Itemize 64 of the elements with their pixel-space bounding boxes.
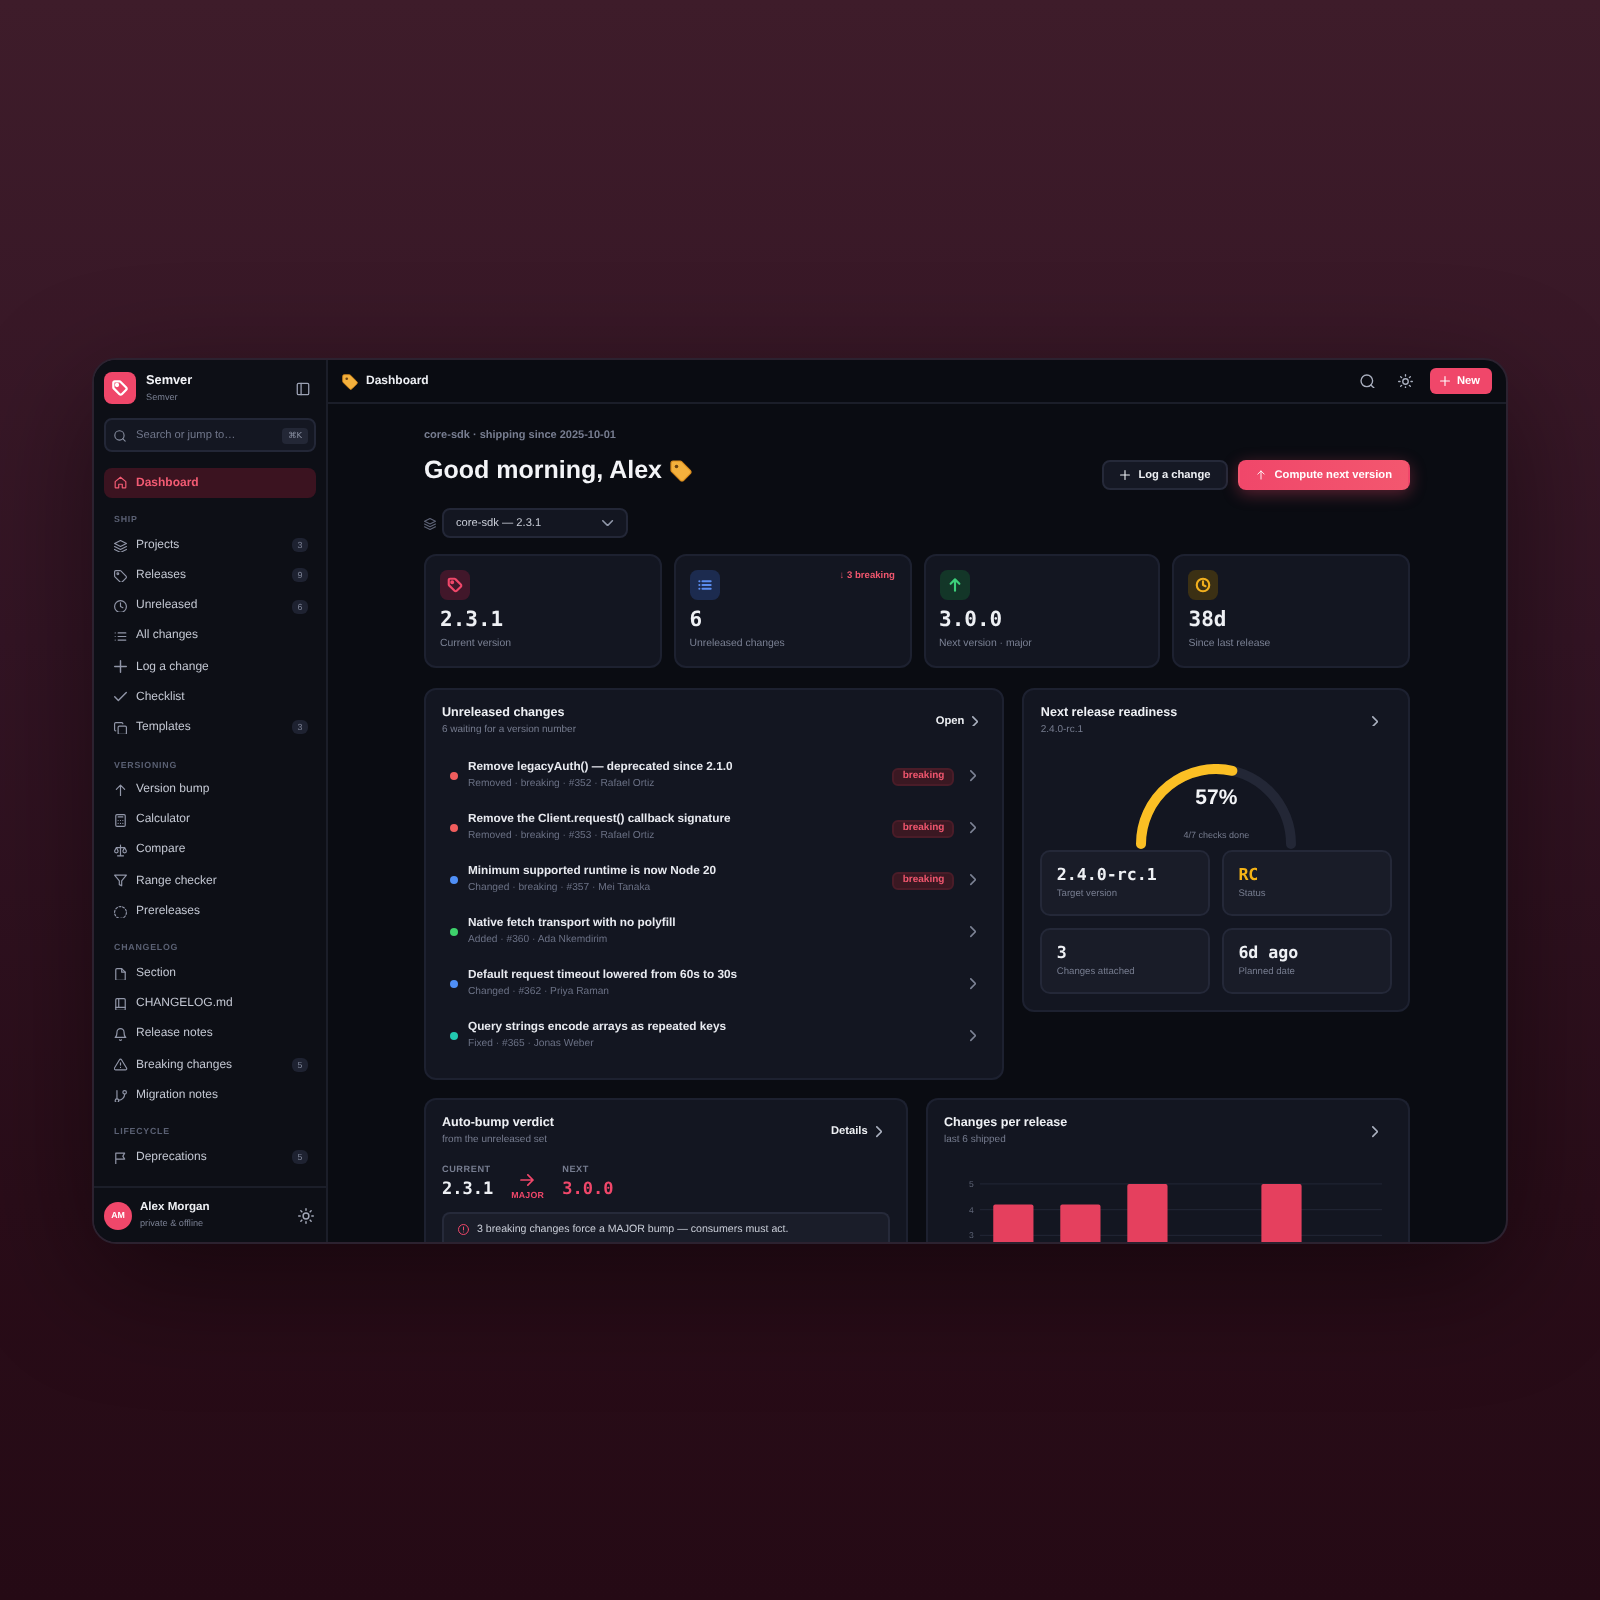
chevron-right-icon[interactable] <box>970 926 977 938</box>
chevron-right-icon[interactable] <box>970 978 977 990</box>
file-icon <box>114 967 127 981</box>
chevron-right-icon[interactable] <box>1371 1126 1378 1138</box>
plus-icon <box>1440 376 1451 386</box>
calculator-icon <box>114 814 127 828</box>
copy-icon <box>114 721 127 735</box>
check-icon <box>114 690 127 704</box>
sidebar-toggle-icon[interactable] <box>296 381 310 395</box>
chevron-right-icon[interactable] <box>970 1030 977 1042</box>
chart-bar <box>1060 1204 1101 1242</box>
stat-value: 2.3.1 <box>440 608 504 632</box>
home-icon <box>114 476 127 490</box>
sun-icon[interactable] <box>298 1207 314 1223</box>
stat-value: 3.0.0 <box>939 608 1003 632</box>
list-icon <box>689 570 720 600</box>
bell-icon <box>114 1028 127 1042</box>
flag-icon <box>114 1151 127 1165</box>
alert-icon <box>458 1224 469 1235</box>
sun-icon[interactable] <box>1398 373 1414 389</box>
plus-icon <box>114 660 127 674</box>
dashed-circle-icon <box>114 905 127 919</box>
chevron-right-icon <box>972 715 979 727</box>
version-value: 2.3.1 <box>442 1179 494 1201</box>
fact-value: 2.4.0-rc.1 <box>1056 863 1157 883</box>
gauge-reading: 57% <box>1195 785 1238 809</box>
chevron-right-icon[interactable] <box>1371 715 1378 727</box>
stat-value: 6 <box>689 608 703 632</box>
greeting-heading: Good morning, Alex <box>424 454 662 486</box>
stat-value: 38d <box>1188 608 1227 632</box>
clock-icon <box>114 599 127 613</box>
version-value: 3.0.0 <box>562 1179 614 1201</box>
chevron-down-icon <box>602 519 614 527</box>
funnel-icon <box>114 874 127 888</box>
book-icon <box>114 997 127 1011</box>
tag-icon <box>114 569 127 583</box>
arrow-up-icon <box>114 783 127 797</box>
search-icon <box>114 429 126 441</box>
chevron-right-icon <box>875 1126 882 1138</box>
tag-icon <box>440 570 470 600</box>
clock-icon <box>1188 570 1219 600</box>
scale-icon <box>114 844 127 858</box>
chart-bar <box>993 1204 1034 1242</box>
fact-value: 6d ago <box>1238 941 1299 961</box>
layers-icon <box>424 517 436 529</box>
plus-icon <box>1120 470 1131 480</box>
tag-icon <box>104 372 136 404</box>
layers-icon <box>114 539 127 553</box>
chart-bar <box>1127 1183 1168 1242</box>
tag-icon <box>342 373 358 389</box>
arrow-up-icon <box>939 570 969 600</box>
chevron-right-icon[interactable] <box>970 770 977 782</box>
branch-icon <box>114 1089 127 1103</box>
fact-value: 3 <box>1056 941 1067 961</box>
chevron-right-icon[interactable] <box>970 874 977 886</box>
chevron-right-icon[interactable] <box>970 822 977 834</box>
arrow-right-icon <box>520 1173 535 1185</box>
fact-value: RC <box>1238 863 1259 883</box>
tag-icon <box>669 459 692 481</box>
warning-icon <box>114 1058 127 1072</box>
list-icon <box>114 630 127 644</box>
arrow-up-icon <box>1256 470 1267 480</box>
chart-bar <box>1261 1183 1302 1242</box>
search-icon[interactable] <box>1360 373 1376 389</box>
